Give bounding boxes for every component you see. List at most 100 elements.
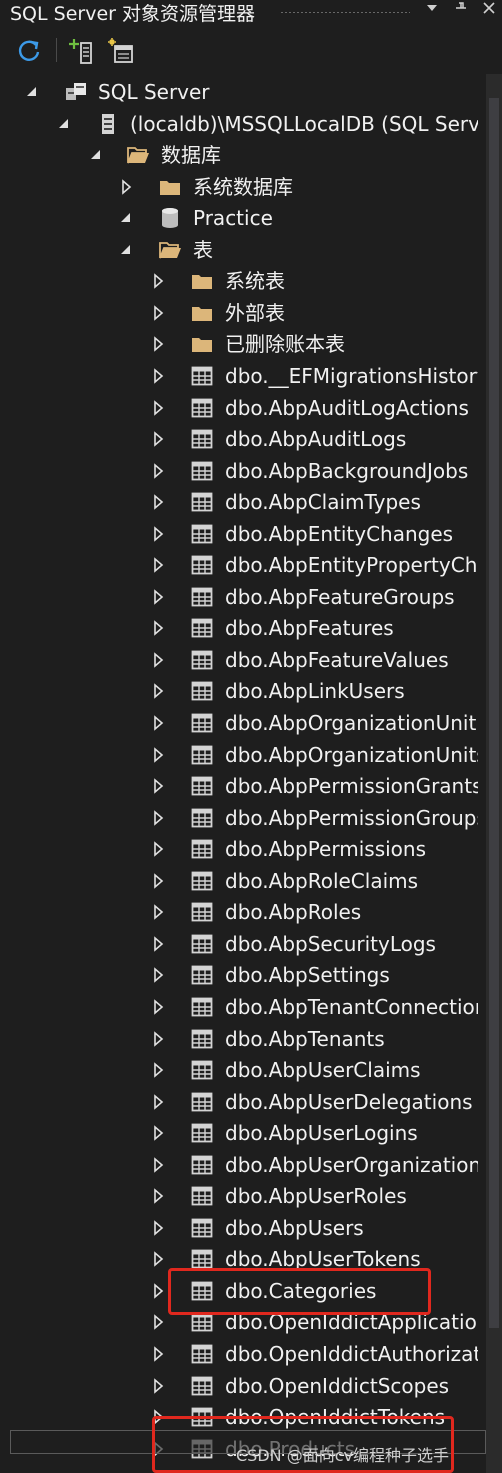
collapsed-arrow-icon[interactable] — [150, 871, 166, 891]
collapsed-arrow-icon[interactable] — [150, 303, 166, 323]
tree-node[interactable]: dbo.AbpUserOrganizationUnits — [0, 1150, 486, 1181]
collapsed-arrow-icon[interactable] — [150, 1123, 166, 1143]
tree-node[interactable]: dbo.AbpLinkUsers — [0, 676, 486, 707]
collapsed-arrow-icon[interactable] — [150, 1029, 166, 1049]
tree-node[interactable]: dbo.AbpUsers — [0, 1213, 486, 1244]
tree-node[interactable]: 系统表 — [0, 266, 486, 297]
collapsed-arrow-icon[interactable] — [150, 334, 166, 354]
table-icon — [190, 648, 214, 672]
refresh-button[interactable] — [14, 36, 44, 66]
collapsed-arrow-icon[interactable] — [150, 1249, 166, 1269]
collapsed-arrow-icon[interactable] — [150, 461, 166, 481]
scrollbar-thumb[interactable] — [489, 98, 499, 1328]
tree-node[interactable]: dbo.__EFMigrationsHistory — [0, 361, 486, 392]
tree-node[interactable]: dbo.AbpSettings — [0, 960, 486, 991]
tree-node[interactable]: dbo.AbpBackgroundJobs — [0, 456, 486, 487]
collapsed-arrow-icon[interactable] — [150, 965, 166, 985]
tree-node[interactable]: 已删除账本表 — [0, 329, 486, 360]
collapsed-arrow-icon[interactable] — [150, 1344, 166, 1364]
tree-node[interactable]: dbo.AbpFeatures — [0, 613, 486, 644]
collapsed-arrow-icon[interactable] — [150, 1312, 166, 1332]
tree-node-label: 已删除账本表 — [225, 332, 345, 357]
collapsed-arrow-icon[interactable] — [150, 429, 166, 449]
tree-node[interactable]: dbo.AbpUserLogins — [0, 1118, 486, 1149]
expanded-arrow-icon[interactable] — [118, 240, 134, 260]
collapsed-arrow-icon[interactable] — [150, 271, 166, 291]
collapsed-arrow-icon[interactable] — [150, 555, 166, 575]
expanded-arrow-icon[interactable] — [118, 208, 134, 228]
tree-node[interactable]: dbo.AbpUserDelegations — [0, 1087, 486, 1118]
tree-node[interactable]: Practice — [0, 203, 486, 234]
collapsed-arrow-icon[interactable] — [150, 492, 166, 512]
tree-node[interactable]: dbo.AbpPermissions — [0, 834, 486, 865]
close-icon[interactable] — [478, 0, 500, 22]
tree-node-label: dbo.AbpUserLogins — [225, 1121, 418, 1146]
tree-node[interactable]: 系统数据库 — [0, 172, 486, 203]
tree-node[interactable]: dbo.AbpTenantConnectionStrings — [0, 992, 486, 1023]
collapsed-arrow-icon[interactable] — [150, 524, 166, 544]
collapsed-arrow-icon[interactable] — [150, 839, 166, 859]
collapsed-arrow-icon[interactable] — [150, 745, 166, 765]
tree-node-label: dbo.AbpTenants — [225, 1026, 385, 1051]
collapsed-arrow-icon[interactable] — [150, 1376, 166, 1396]
collapsed-arrow-icon[interactable] — [150, 398, 166, 418]
collapsed-arrow-icon[interactable] — [150, 650, 166, 670]
collapsed-arrow-icon[interactable] — [150, 366, 166, 386]
tree-node[interactable]: dbo.AbpUserRoles — [0, 1181, 486, 1212]
tree-node[interactable]: dbo.AbpFeatureGroups — [0, 582, 486, 613]
tree-node[interactable]: dbo.AbpPermissionGroups — [0, 803, 486, 834]
collapsed-arrow-icon[interactable] — [118, 177, 134, 197]
table-icon — [190, 679, 214, 703]
tree-node[interactable]: dbo.AbpAuditLogActions — [0, 393, 486, 424]
table-icon — [190, 1216, 214, 1240]
collapsed-arrow-icon[interactable] — [150, 997, 166, 1017]
tree-node[interactable]: dbo.OpenIddictAuthorizations — [0, 1339, 486, 1370]
collapsed-arrow-icon[interactable] — [150, 1281, 166, 1301]
tree-node[interactable]: dbo.AbpSecurityLogs — [0, 929, 486, 960]
tree-node[interactable]: dbo.AbpAuditLogs — [0, 424, 486, 455]
collapsed-arrow-icon[interactable] — [150, 1218, 166, 1238]
expanded-arrow-icon[interactable] — [56, 114, 72, 134]
tree-node[interactable]: dbo.AbpTenants — [0, 1024, 486, 1055]
collapsed-arrow-icon[interactable] — [150, 902, 166, 922]
tree-node[interactable]: dbo.AbpPermissionGrants — [0, 771, 486, 802]
tree-node[interactable]: 外部表 — [0, 298, 486, 329]
collapsed-arrow-icon[interactable] — [150, 713, 166, 733]
collapsed-arrow-icon[interactable] — [150, 587, 166, 607]
add-sql-server-button[interactable] — [66, 36, 96, 66]
table-icon — [190, 1027, 214, 1051]
tree-node-label: dbo.AbpOrganizationUnitRoles — [225, 711, 478, 735]
new-query-icon — [108, 38, 133, 63]
tree-node[interactable]: dbo.AbpClaimTypes — [0, 487, 486, 518]
tree-node[interactable]: dbo.AbpOrganizationUnitRoles — [0, 708, 486, 739]
collapsed-arrow-icon[interactable] — [150, 1092, 166, 1112]
collapsed-arrow-icon[interactable] — [150, 618, 166, 638]
collapsed-arrow-icon[interactable] — [150, 934, 166, 954]
collapsed-arrow-icon[interactable] — [150, 1186, 166, 1206]
tree-node[interactable]: dbo.AbpRoles — [0, 897, 486, 928]
tree-node[interactable]: dbo.OpenIddictScopes — [0, 1371, 486, 1402]
tree-node[interactable]: dbo.AbpEntityChanges — [0, 519, 486, 550]
expanded-arrow-icon[interactable] — [88, 145, 104, 165]
collapsed-arrow-icon[interactable] — [150, 1060, 166, 1080]
tree-node[interactable]: 表 — [0, 235, 486, 266]
tree-node[interactable]: 数据库 — [0, 140, 486, 171]
collapsed-arrow-icon[interactable] — [150, 1155, 166, 1175]
collapsed-arrow-icon[interactable] — [150, 681, 166, 701]
expanded-arrow-icon[interactable] — [24, 82, 40, 102]
tree-node[interactable]: SQL Server — [0, 77, 486, 108]
tree-node[interactable]: dbo.AbpOrganizationUnits — [0, 740, 486, 771]
collapsed-arrow-icon[interactable] — [150, 776, 166, 796]
collapsed-arrow-icon[interactable] — [150, 808, 166, 828]
dropdown-arrow-icon[interactable] — [421, 0, 443, 22]
tree-node[interactable]: dbo.AbpUserClaims — [0, 1055, 486, 1086]
new-query-button[interactable] — [106, 36, 136, 66]
tree-node-label: dbo.AbpEntityPropertyChanges — [225, 553, 478, 578]
vertical-scrollbar[interactable] — [486, 74, 502, 1473]
tree-node[interactable]: dbo.AbpRoleClaims — [0, 866, 486, 897]
tree-node[interactable]: (localdb)\MSSQLLocalDB (SQL Server 13.0.… — [0, 109, 486, 140]
tree-node[interactable]: dbo.AbpEntityPropertyChanges — [0, 550, 486, 581]
title-drag-grip[interactable] — [280, 11, 410, 13]
pin-icon[interactable] — [450, 0, 472, 22]
tree-node[interactable]: dbo.AbpFeatureValues — [0, 645, 486, 676]
